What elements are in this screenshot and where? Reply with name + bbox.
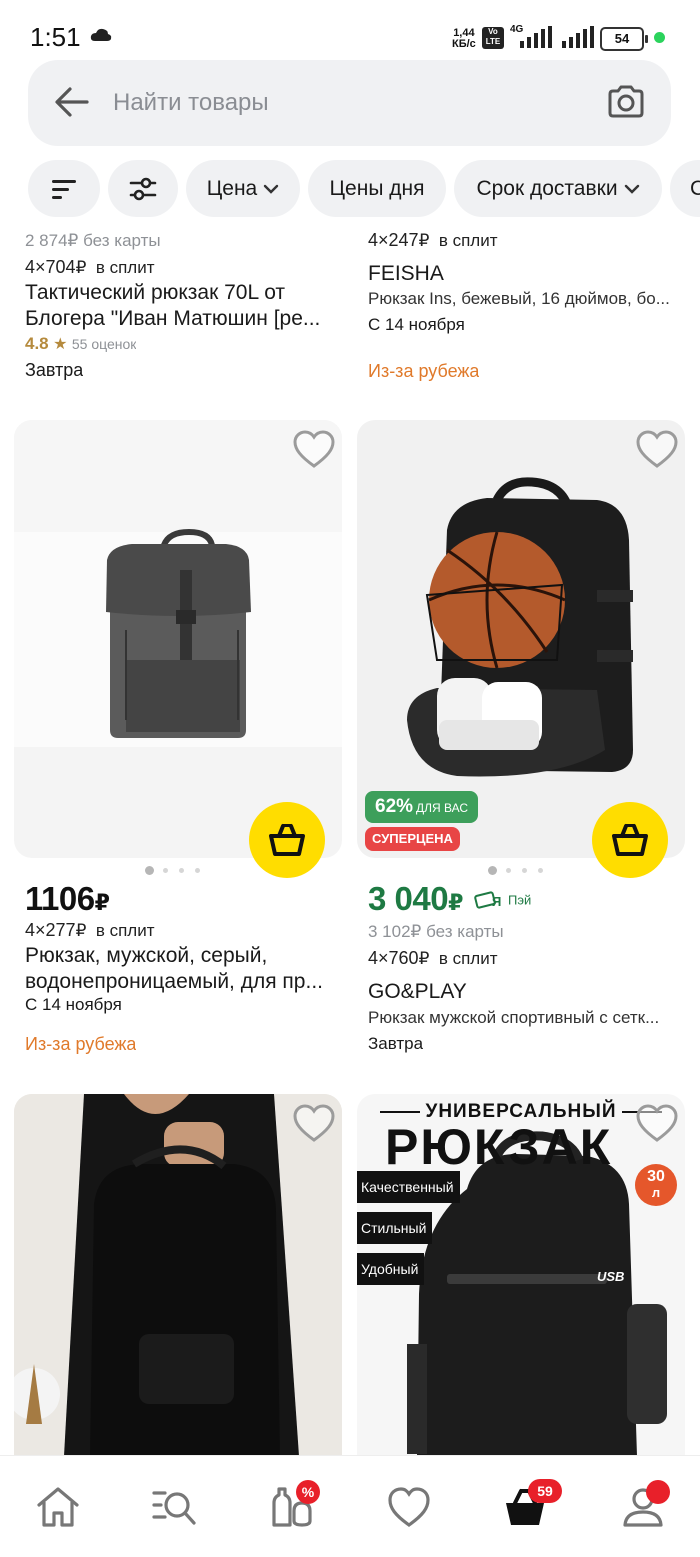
- product-split-price: 4×760₽ в сплит: [368, 948, 498, 968]
- filter-chip-next-label: С: [690, 177, 700, 200]
- battery-icon: 54: [600, 27, 648, 51]
- back-arrow-icon[interactable]: [52, 82, 92, 122]
- sort-icon: [52, 180, 76, 199]
- basket-icon: [269, 824, 305, 856]
- image-carousel-dots[interactable]: [488, 866, 548, 876]
- add-to-cart-button[interactable]: [249, 802, 325, 878]
- product-title-line2[interactable]: водонепроницаемый, для пр...: [25, 970, 340, 994]
- filter-chip-delivery-label: Срок доставки: [476, 177, 618, 200]
- filter-chip-price[interactable]: Цена: [186, 160, 300, 217]
- product-image[interactable]: УНИВЕРСАЛЬНЫЙ РЮКЗАК Качественный Стильн…: [357, 1094, 685, 1456]
- filter-chip-deals-label: Цены дня: [329, 177, 425, 200]
- filter-chip-delivery[interactable]: Срок доставки: [454, 160, 662, 217]
- discounts-badge: %: [296, 1480, 320, 1504]
- filters-button[interactable]: [108, 160, 178, 217]
- yandex-pay-label: Я Пэй: [474, 891, 531, 913]
- network-speed: 1,44 КБ/с: [452, 27, 476, 50]
- volte-icon: Vo LTE: [482, 27, 504, 49]
- add-to-cart-button[interactable]: [592, 802, 668, 878]
- product-split-price: 4×704₽ в сплит: [25, 257, 155, 277]
- man-with-backpack-image: [14, 1094, 342, 1456]
- product-title[interactable]: Рюкзак, мужской, серый,: [25, 944, 340, 968]
- filter-chip-price-label: Цена: [206, 177, 258, 200]
- filter-chip-deals[interactable]: Цены дня: [308, 160, 446, 217]
- favorite-heart-icon[interactable]: [292, 430, 336, 470]
- star-icon: ★: [53, 336, 68, 353]
- promo-title: РЮКЗАК: [385, 1119, 613, 1175]
- product-delivery: Завтра: [368, 1034, 424, 1053]
- product-image[interactable]: [14, 420, 342, 858]
- svg-text:Я: Я: [492, 894, 501, 909]
- product-split-price: 4×247₽ в сплит: [368, 230, 498, 250]
- signal-icon-2: [562, 26, 594, 48]
- product-rating: 4.8 ★ 55 оценок: [25, 334, 137, 353]
- search-input[interactable]: [113, 80, 573, 126]
- product-title[interactable]: Рюкзак Ins, бежевый, 16 дюймов, бо...: [368, 289, 680, 309]
- product-old-price: 3 102₽ без карты: [368, 922, 504, 941]
- product-price: 1106₽: [25, 880, 110, 917]
- product-delivery: Завтра: [25, 360, 84, 380]
- product-delivery: С 14 ноября: [368, 315, 465, 334]
- favorite-heart-icon[interactable]: [635, 430, 679, 470]
- image-carousel-dots[interactable]: [145, 866, 205, 876]
- promo-feature-quality: Качественный: [357, 1171, 460, 1203]
- product-brand[interactable]: FEISHA: [368, 262, 444, 286]
- favorite-heart-icon[interactable]: [635, 1104, 679, 1144]
- pay-card-icon: Я: [474, 891, 501, 909]
- basket-icon: [612, 824, 648, 856]
- promo-volume-badge: 30 л: [635, 1164, 677, 1206]
- bottom-navigation: [0, 1455, 700, 1557]
- promo-feature-comfort: Удобный: [357, 1253, 425, 1285]
- camera-icon[interactable]: [604, 80, 648, 124]
- home-icon[interactable]: [35, 1485, 81, 1529]
- product-price: 3 040₽: [368, 880, 463, 917]
- product-split-price: 4×277₽ в сплит: [25, 920, 155, 940]
- product-origin: Из-за рубежа: [368, 361, 480, 381]
- chevron-down-icon: [264, 185, 279, 195]
- product-image[interactable]: [14, 1094, 342, 1456]
- status-time: 1:51: [30, 22, 81, 52]
- favorite-heart-icon[interactable]: [292, 1104, 336, 1144]
- product-origin: Из-за рубежа: [25, 1034, 137, 1054]
- superprice-badge: СУПЕРЦЕНА: [365, 827, 460, 851]
- product-brand[interactable]: GO&PLAY: [368, 980, 467, 1004]
- product-title-line2[interactable]: Блогера "Иван Матюшин [ре...: [25, 307, 340, 331]
- discount-badge: 62% ДЛЯ ВАС: [365, 791, 479, 823]
- product-delivery: С 14 ноября: [25, 995, 122, 1014]
- favorites-heart-icon[interactable]: [386, 1485, 432, 1529]
- product-title[interactable]: Тактический рюкзак 70L от: [25, 281, 340, 305]
- gray-backpack-image: [14, 420, 342, 747]
- privacy-indicator: [654, 32, 665, 43]
- catalog-search-icon[interactable]: [151, 1485, 197, 1529]
- filter-sliders-icon: [129, 177, 157, 201]
- profile-notification-dot: [646, 1480, 670, 1504]
- product-old-price: 2 874₽ без карты: [25, 231, 161, 250]
- cloud-icon: [90, 28, 112, 41]
- filter-chip-next[interactable]: С: [670, 160, 700, 217]
- signal-icon: [520, 26, 552, 48]
- chevron-down-icon: [624, 185, 639, 195]
- promo-feature-style: Стильный: [357, 1212, 433, 1244]
- usb-label: USB: [597, 1269, 625, 1284]
- cart-count-badge: 59: [528, 1479, 562, 1503]
- sort-button[interactable]: [28, 160, 100, 217]
- product-title[interactable]: Рюкзак мужской спортивный с сетк...: [368, 1008, 680, 1028]
- status-bar: 1:51 1,44 КБ/с Vo LTE 4G 54: [0, 0, 700, 60]
